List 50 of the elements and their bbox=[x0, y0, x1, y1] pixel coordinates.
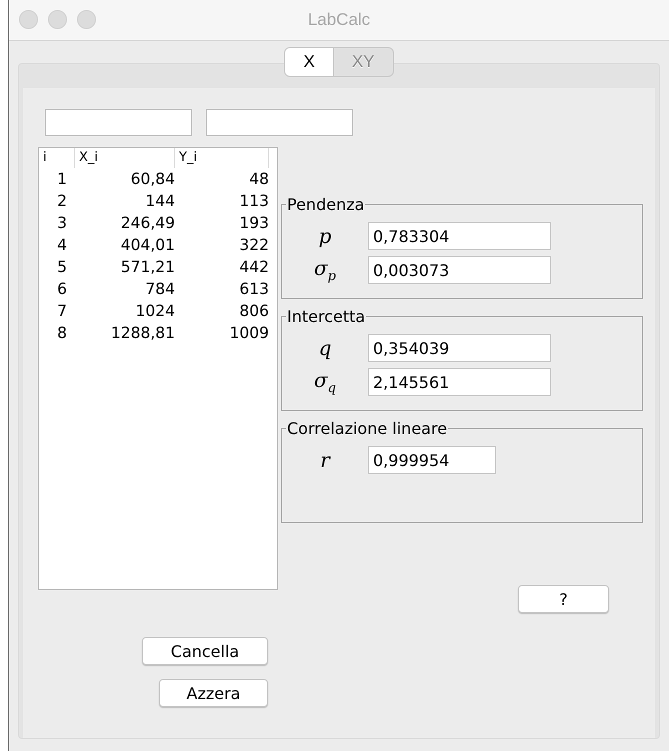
table-cell-text: 784 bbox=[144, 279, 175, 300]
table-cell-text: 442 bbox=[238, 257, 269, 278]
column-header[interactable]: Y_i bbox=[175, 148, 269, 168]
result-field[interactable]: 0,003073 bbox=[368, 256, 551, 284]
table-cell-text: 2 bbox=[56, 191, 68, 212]
table-cell-text: 8 bbox=[56, 323, 68, 344]
result-field[interactable]: 0,999954 bbox=[368, 446, 496, 474]
table-cell-text: 144 bbox=[144, 191, 175, 212]
table-cell-text: 1 bbox=[56, 169, 68, 190]
table-cell-text: 48 bbox=[248, 169, 269, 190]
table-cell-text: 613 bbox=[238, 279, 269, 300]
math-symbol: q bbox=[318, 336, 332, 360]
result-field[interactable]: 0,783304 bbox=[368, 222, 551, 250]
math-symbol: σ$_{p}$ bbox=[313, 256, 337, 284]
table-cell-text: 193 bbox=[238, 213, 269, 234]
tab[interactable]: X bbox=[284, 47, 334, 77]
table-cell-text: 60,84 bbox=[130, 169, 175, 190]
group-title: Intercetta bbox=[286, 307, 366, 326]
column-header[interactable]: X_i bbox=[75, 148, 175, 168]
table-cell-text: 806 bbox=[238, 301, 269, 322]
math-symbol: p bbox=[318, 224, 332, 248]
table-cell-text: 1024 bbox=[134, 301, 175, 322]
table-cell-text: 1009 bbox=[228, 323, 269, 344]
window-control[interactable] bbox=[48, 10, 67, 29]
window-control[interactable] bbox=[77, 10, 96, 29]
result-field[interactable]: 0,354039 bbox=[368, 334, 551, 362]
table-cell-text: 404,01 bbox=[120, 235, 175, 256]
column-header[interactable]: i bbox=[39, 148, 75, 168]
window-control[interactable] bbox=[19, 10, 38, 29]
math-symbol: σ$_{q}$ bbox=[313, 368, 337, 396]
table-cell-text: 322 bbox=[238, 235, 269, 256]
table-cell-text: 571,21 bbox=[120, 257, 175, 278]
table-cell-text: 1288,81 bbox=[110, 323, 175, 344]
table-cell-text: 3 bbox=[56, 213, 68, 234]
window-title: LabCalc bbox=[308, 10, 370, 30]
help-button[interactable]: ? bbox=[518, 585, 609, 613]
result-field[interactable]: 2,145561 bbox=[368, 368, 551, 396]
clear-button[interactable]: Cancella bbox=[142, 637, 268, 665]
table-cell-text: 5 bbox=[56, 257, 68, 278]
table-cell-text: 6 bbox=[56, 279, 68, 300]
group-title: Correlazione lineare bbox=[286, 419, 448, 438]
table-cell-text: 4 bbox=[56, 235, 68, 256]
input-field[interactable] bbox=[45, 109, 192, 136]
table-cell-text: 246,49 bbox=[120, 213, 175, 234]
group-title: Pendenza bbox=[286, 195, 366, 214]
math-symbol: r bbox=[319, 448, 332, 472]
input-field[interactable] bbox=[206, 109, 353, 136]
table-cell-text: 7 bbox=[56, 301, 68, 322]
reset-button[interactable]: Azzera bbox=[159, 679, 268, 707]
table-cell-text: 113 bbox=[238, 191, 269, 212]
